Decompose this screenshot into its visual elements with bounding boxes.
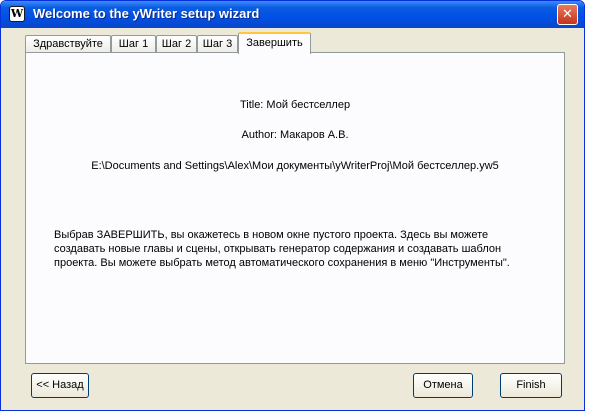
tab-step-3[interactable]: Шаг 3 bbox=[197, 35, 238, 53]
description-line: Выбрав ЗАВЕРШИТЬ, вы окажетесь в новом о… bbox=[54, 229, 489, 241]
title-bar[interactable]: W Welcome to the yWriter setup wizard ✕ bbox=[1, 1, 584, 28]
tab-panel-finish: Title: Мой бестселлер Author: Макаров А.… bbox=[25, 52, 565, 364]
window-title: Welcome to the yWriter setup wizard bbox=[33, 6, 260, 21]
back-button[interactable]: << Назад bbox=[31, 373, 89, 398]
finish-button[interactable]: Finish bbox=[500, 373, 562, 398]
wizard-window: W Welcome to the yWriter setup wizard ✕ … bbox=[0, 0, 585, 411]
tab-finish[interactable]: Завершить bbox=[238, 32, 311, 54]
tab-welcome[interactable]: Здравствуйте bbox=[25, 35, 111, 53]
tab-step-1[interactable]: Шаг 1 bbox=[111, 35, 156, 53]
finish-description: Выбрав ЗАВЕРШИТЬ, вы окажетесь в новом о… bbox=[54, 228, 554, 270]
project-author-line: Author: Макаров А.В. bbox=[241, 129, 349, 141]
tab-step-2[interactable]: Шаг 2 bbox=[156, 35, 197, 53]
close-button[interactable]: ✕ bbox=[557, 4, 578, 25]
description-line: проекта. Вы можете выбрать метод автомат… bbox=[54, 257, 510, 269]
app-icon: W bbox=[9, 6, 25, 22]
project-title-line: Title: Мой бестселлер bbox=[239, 99, 351, 111]
cancel-button[interactable]: Отмена bbox=[413, 373, 473, 398]
description-line: создавать новые главы и сцены, открывать… bbox=[54, 243, 502, 255]
project-path-line: E:\Documents and Settings\Alex\Мои докум… bbox=[91, 160, 499, 172]
